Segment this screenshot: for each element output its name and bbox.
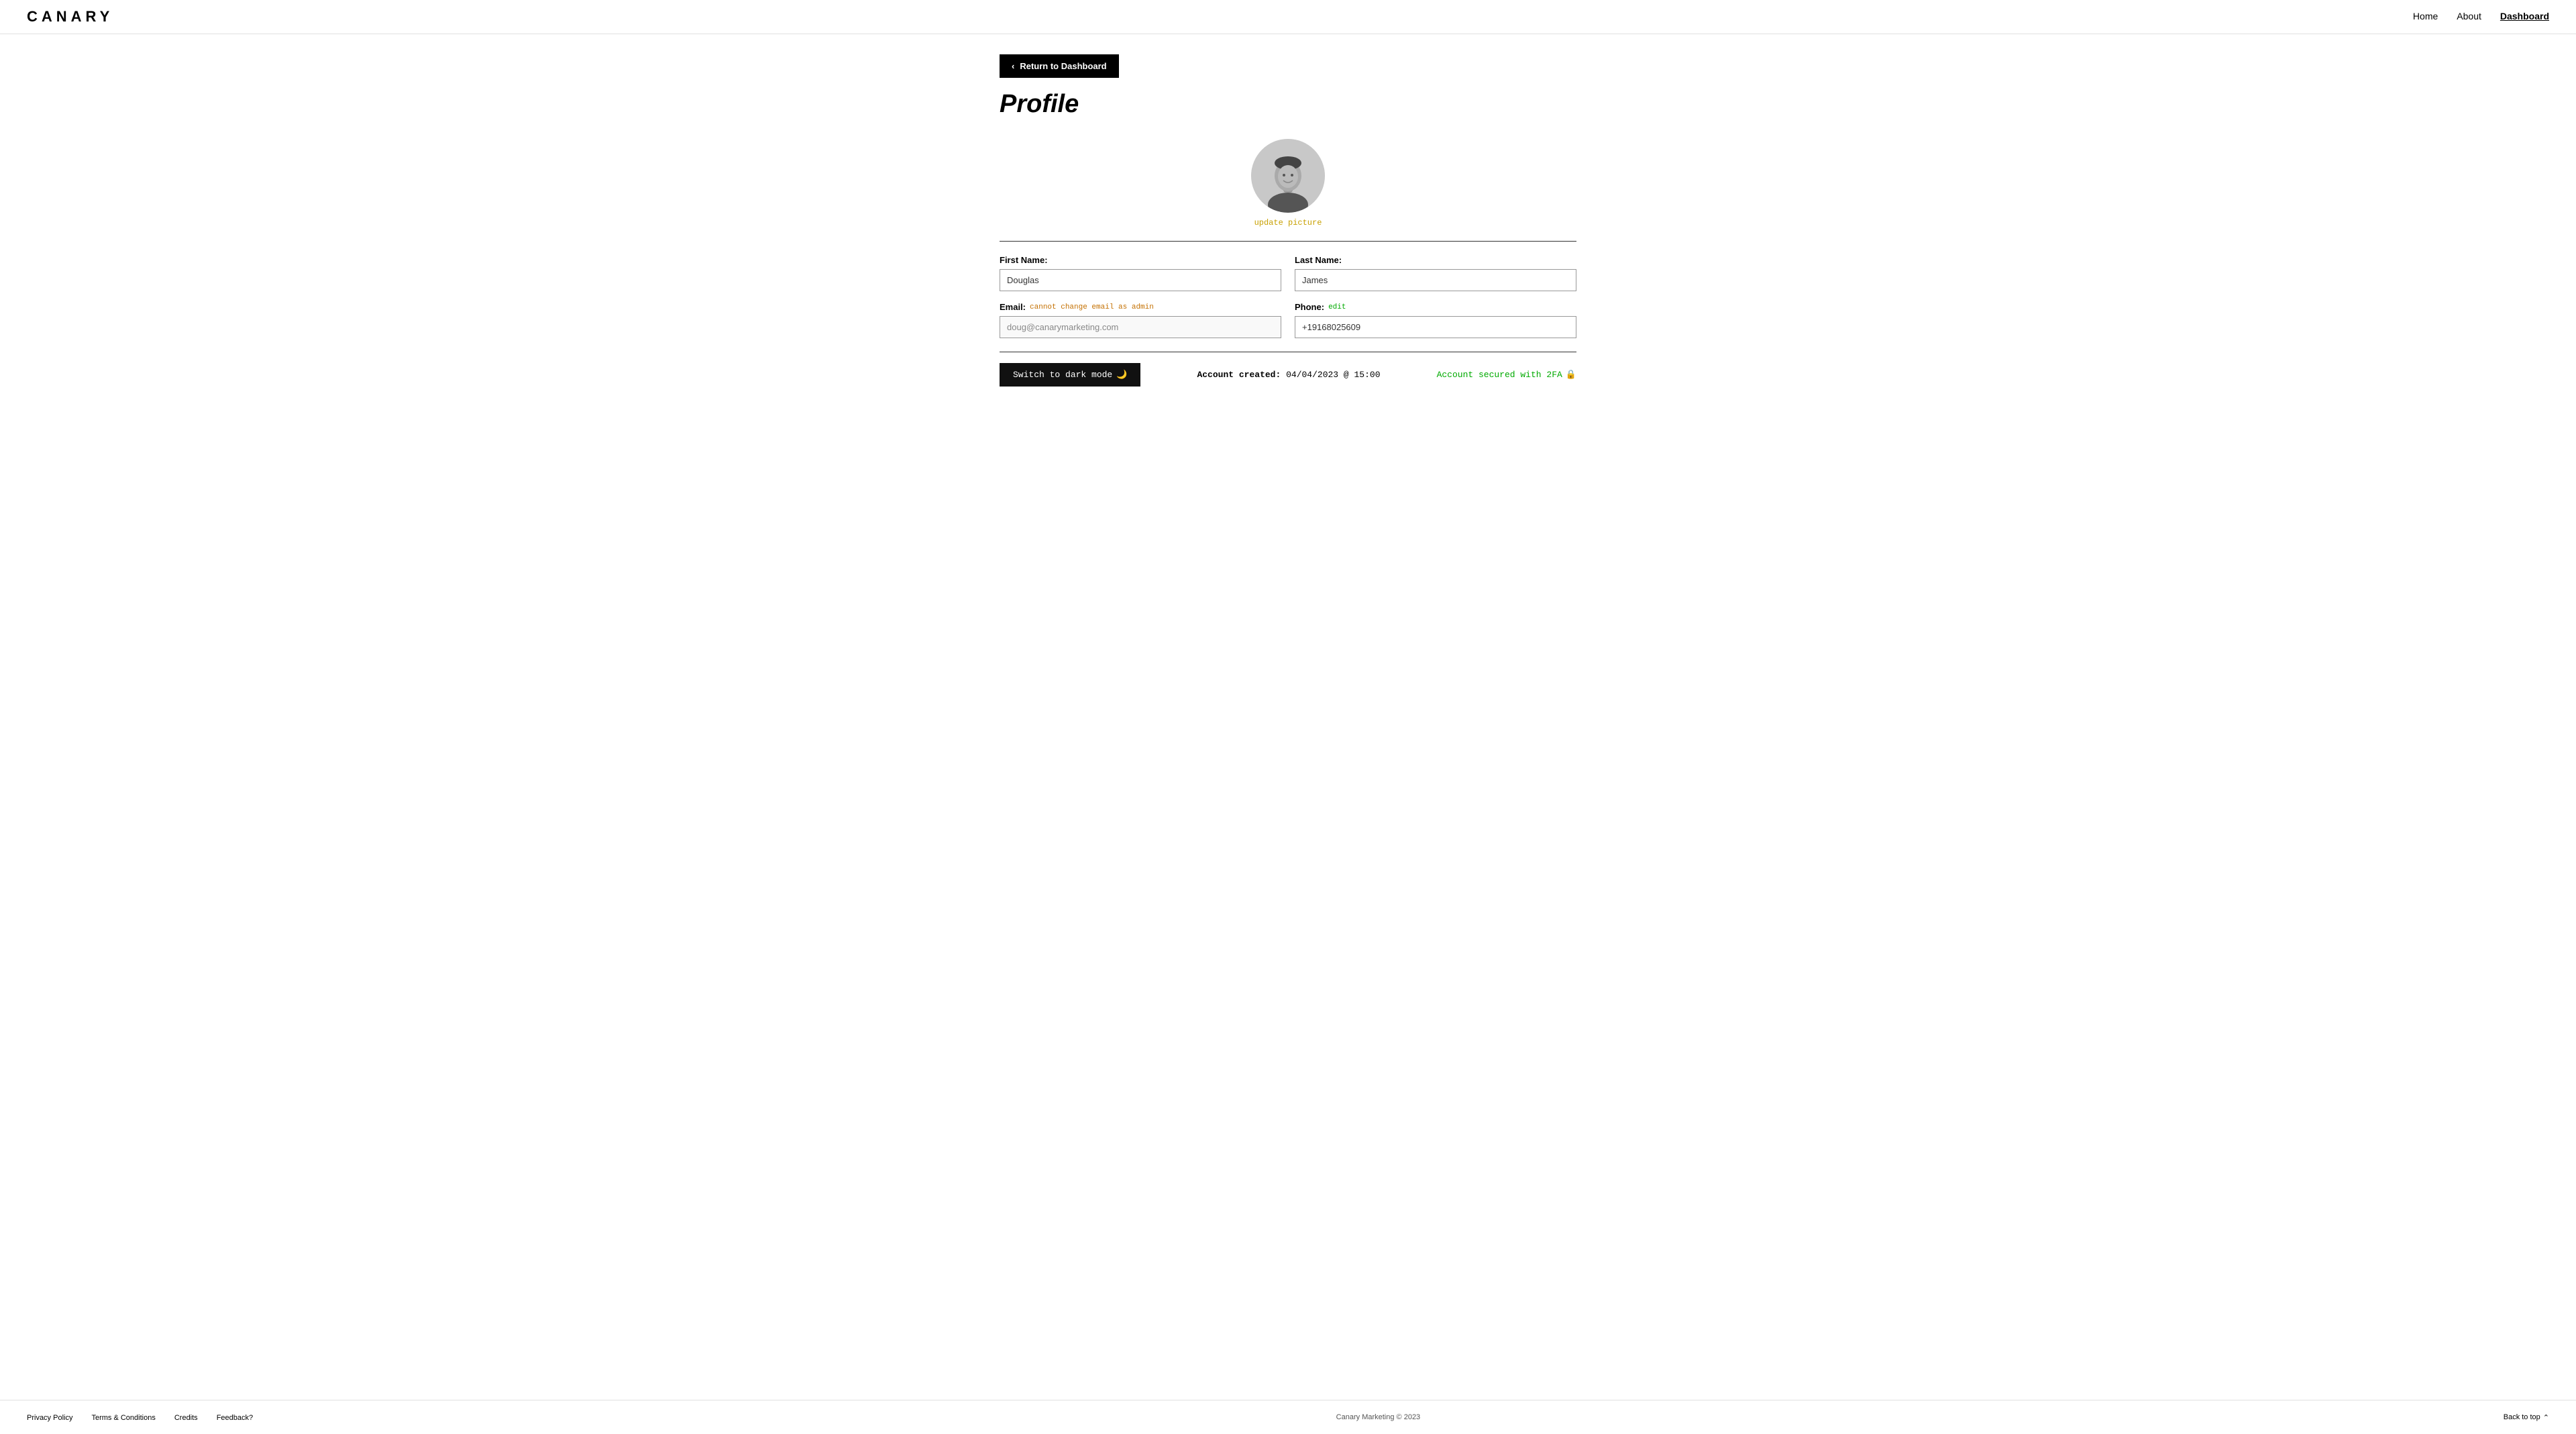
contact-row: Email: cannot change email as admin Phon… (1000, 302, 1576, 338)
page-title: Profile (1000, 90, 1576, 119)
email-cannot-change: cannot change email as admin (1030, 303, 1154, 311)
nav-link-dashboard[interactable]: Dashboard (2500, 11, 2549, 21)
phone-edit-link[interactable]: edit (1328, 303, 1346, 311)
footer-link-privacy[interactable]: Privacy Policy (27, 1414, 72, 1422)
email-label-row: Email: cannot change email as admin (1000, 302, 1281, 312)
footer-copyright: Canary Marketing © 2023 (260, 1413, 2497, 1421)
back-to-top-label: Back to top (2504, 1413, 2540, 1421)
email-label: Email: (1000, 302, 1026, 312)
update-picture-link[interactable]: update picture (1254, 218, 1322, 227)
name-row: First Name: Last Name: (1000, 255, 1576, 291)
account-secured-text: Account secured with 2FA (1437, 370, 1562, 380)
footer-links: Privacy Policy Terms & Conditions Credit… (27, 1411, 253, 1423)
phone-group: Phone: edit (1295, 302, 1576, 338)
lock-icon: 🔒 (1566, 370, 1576, 380)
navbar: CANARY Home About Dashboard (0, 0, 2576, 34)
phone-label-row: Phone: edit (1295, 302, 1576, 312)
email-group: Email: cannot change email as admin (1000, 302, 1281, 338)
bottom-row: Switch to dark mode 🌙 Account created: 0… (1000, 363, 1576, 387)
account-created-value: 04/04/2023 @ 15:00 (1286, 370, 1380, 380)
back-to-top-link[interactable]: Back to top ⌃ (2504, 1413, 2549, 1422)
first-name-input[interactable] (1000, 269, 1281, 291)
footer: Privacy Policy Terms & Conditions Credit… (0, 1400, 2576, 1434)
account-created-label: Account created: (1197, 370, 1281, 380)
avatar-image (1251, 139, 1325, 213)
phone-input[interactable] (1295, 316, 1576, 338)
nav-links: Home About Dashboard (2413, 11, 2549, 23)
first-name-label: First Name: (1000, 255, 1281, 265)
dark-mode-button[interactable]: Switch to dark mode 🌙 (1000, 363, 1140, 387)
avatar (1251, 139, 1325, 213)
account-created: Account created: 04/04/2023 @ 15:00 (1197, 370, 1380, 380)
footer-link-feedback[interactable]: Feedback? (217, 1414, 253, 1422)
chevron-up-icon: ⌃ (2543, 1413, 2549, 1422)
nav-link-home[interactable]: Home (2413, 11, 2438, 21)
moon-icon: 🌙 (1116, 370, 1127, 380)
main-content: ‹ Return to Dashboard Profile (986, 34, 1590, 1400)
nav-logo: CANARY (27, 8, 113, 25)
email-input[interactable] (1000, 316, 1281, 338)
return-btn-label: Return to Dashboard (1020, 61, 1106, 71)
footer-link-credits[interactable]: Credits (174, 1414, 198, 1422)
return-to-dashboard-button[interactable]: ‹ Return to Dashboard (1000, 54, 1119, 78)
section-divider-top (1000, 241, 1576, 242)
avatar-section: update picture (1000, 139, 1576, 227)
account-secured: Account secured with 2FA 🔒 (1437, 370, 1576, 380)
phone-label: Phone: (1295, 302, 1324, 312)
nav-link-about[interactable]: About (2457, 11, 2481, 21)
footer-link-terms[interactable]: Terms & Conditions (91, 1414, 155, 1422)
last-name-label: Last Name: (1295, 255, 1576, 265)
last-name-group: Last Name: (1295, 255, 1576, 291)
last-name-input[interactable] (1295, 269, 1576, 291)
chevron-left-icon: ‹ (1012, 61, 1014, 71)
first-name-group: First Name: (1000, 255, 1281, 291)
dark-mode-label: Switch to dark mode (1013, 370, 1112, 380)
